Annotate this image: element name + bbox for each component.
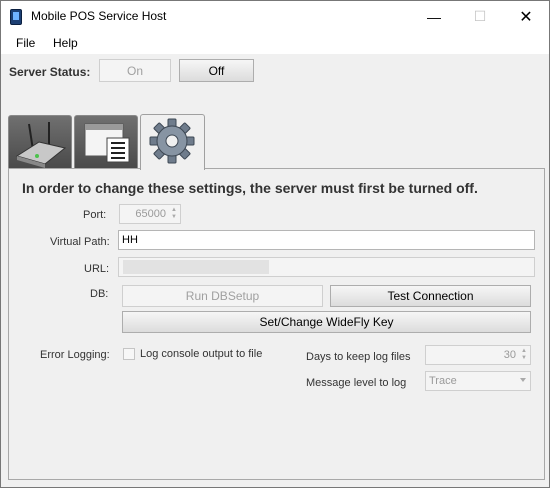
router-icon <box>15 122 67 168</box>
gear-icon <box>149 118 195 164</box>
minimize-button[interactable]: — <box>411 1 457 32</box>
server-status-label: Server Status: <box>9 65 91 79</box>
message-level-value: Trace <box>429 375 457 387</box>
run-dbsetup-button[interactable]: Run DBSetup <box>122 285 323 307</box>
virtual-path-label: Virtual Path: <box>50 236 110 248</box>
minimize-icon: — <box>427 8 441 25</box>
title-bar[interactable]: Mobile POS Service Host — ☐ ✕ <box>1 1 549 32</box>
window-list-icon <box>84 123 130 163</box>
virtual-path-value: HH <box>122 234 138 246</box>
window-title: Mobile POS Service Host <box>31 9 167 23</box>
close-button[interactable]: ✕ <box>503 1 549 32</box>
server-off-button[interactable]: Off <box>179 59 254 82</box>
tab-logs[interactable] <box>74 115 138 168</box>
message-level-label: Message level to log <box>306 377 407 389</box>
port-label: Port: <box>83 209 107 221</box>
error-logging-label: Error Logging: <box>40 349 110 361</box>
days-spinner-icon[interactable]: ▲ ▼ <box>520 348 528 362</box>
maximize-icon: ☐ <box>473 8 487 24</box>
db-label: DB: <box>90 288 109 300</box>
days-keep-value: 30 <box>503 349 516 361</box>
days-keep-label: Days to keep log files <box>306 351 411 363</box>
log-console-label[interactable]: Log console output to file <box>140 348 262 360</box>
tab-settings[interactable] <box>140 114 205 170</box>
menu-bar: File Help <box>1 32 549 54</box>
settings-notice: In order to change these settings, the s… <box>22 180 478 196</box>
port-input[interactable]: 65000 ▲ ▼ <box>119 204 181 224</box>
mobile-pos-app-icon <box>10 9 22 25</box>
chevron-down-icon <box>520 378 526 382</box>
menu-file[interactable]: File <box>16 36 35 50</box>
close-icon: ✕ <box>519 8 533 26</box>
url-redacted <box>123 260 269 274</box>
menu-help[interactable]: Help <box>53 36 78 50</box>
test-connection-button[interactable]: Test Connection <box>330 285 531 307</box>
message-level-select[interactable]: Trace <box>425 371 531 391</box>
server-on-button[interactable]: On <box>99 59 171 82</box>
port-value: 65000 <box>135 208 166 220</box>
maximize-button[interactable]: ☐ <box>457 1 503 32</box>
url-label: URL: <box>84 263 110 275</box>
log-console-checkbox[interactable] <box>123 348 135 360</box>
app-window: Mobile POS Service Host — ☐ ✕ File Help … <box>0 0 550 488</box>
virtual-path-input[interactable]: HH <box>118 230 535 250</box>
tab-connection[interactable] <box>8 115 72 168</box>
days-keep-input[interactable]: 30 ▲ ▼ <box>425 345 531 365</box>
port-spinner-icon[interactable]: ▲ ▼ <box>170 207 178 221</box>
widefly-key-button[interactable]: Set/Change WideFly Key <box>122 311 531 333</box>
